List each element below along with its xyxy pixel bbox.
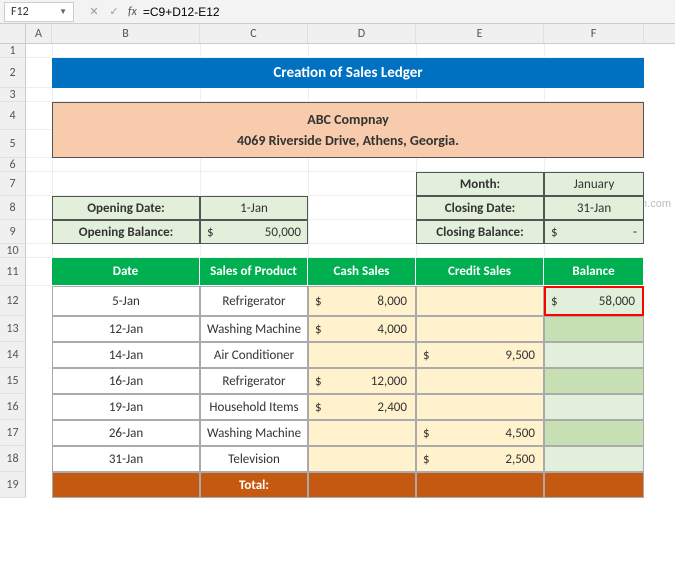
row-header-5[interactable]: 5	[0, 130, 26, 158]
closing-balance-label: Closing Balance:	[416, 220, 544, 244]
month-value[interactable]: January	[544, 172, 644, 196]
row-header-11[interactable]: 11	[0, 258, 26, 286]
table-row-date[interactable]: 26-Jan	[52, 420, 200, 446]
cancel-formula-button: ✕	[84, 2, 104, 22]
total-label: Total:	[200, 472, 308, 498]
row-header-3[interactable]: 3	[0, 88, 26, 102]
opening-date-value[interactable]: 1-Jan	[200, 196, 308, 220]
select-all-corner[interactable]	[0, 24, 26, 43]
table-row-product[interactable]: Air Conditioner	[200, 342, 308, 368]
table-row-cash[interactable]	[308, 446, 416, 472]
table-header-cash: Cash Sales	[308, 258, 416, 286]
opening-date-label: Opening Date:	[52, 196, 200, 220]
table-row-product[interactable]: Refrigerator	[200, 286, 308, 316]
accept-formula-button: ✓	[104, 2, 124, 22]
table-row-credit[interactable]: $4,500	[416, 420, 544, 446]
table-row-product[interactable]: Washing Machine	[200, 420, 308, 446]
table-row-date[interactable]: 19-Jan	[52, 394, 200, 420]
table-row-date[interactable]: 12-Jan	[52, 316, 200, 342]
cell-ref: F12	[11, 5, 29, 19]
table-header-balance: Balance	[544, 258, 644, 286]
table-row-date[interactable]: 16-Jan	[52, 368, 200, 394]
table-row-date[interactable]: 31-Jan	[52, 446, 200, 472]
table-row-date[interactable]: 14-Jan	[52, 342, 200, 368]
table-row-cash[interactable]	[308, 420, 416, 446]
col-header-F[interactable]: F	[544, 24, 644, 43]
table-row-balance[interactable]	[544, 342, 644, 368]
table-row-credit[interactable]: $2,500	[416, 446, 544, 472]
table-row-credit[interactable]	[416, 394, 544, 420]
closing-date-value[interactable]: 31-Jan	[544, 196, 644, 220]
total-blank	[52, 472, 200, 498]
table-header-date: Date	[52, 258, 200, 286]
row-header-2[interactable]: 2	[0, 58, 26, 88]
total-credit[interactable]	[416, 472, 544, 498]
page-title: Creation of Sales Ledger	[52, 58, 644, 88]
closing-balance-value[interactable]: $ -	[544, 220, 644, 244]
table-row-cash[interactable]	[308, 342, 416, 368]
row-header-13[interactable]: 13	[0, 316, 26, 342]
row-header-8[interactable]: 8	[0, 196, 26, 220]
table-row-cash[interactable]: $2,400	[308, 394, 416, 420]
col-header-C[interactable]: C	[200, 24, 308, 43]
row-header-10[interactable]: 10	[0, 244, 26, 258]
table-row-credit[interactable]	[416, 316, 544, 342]
company-name: ABC Compnay	[307, 111, 389, 128]
table-row-balance[interactable]	[544, 446, 644, 472]
formula-bar[interactable]	[141, 3, 675, 21]
table-row-product[interactable]: Television	[200, 446, 308, 472]
table-row-cash[interactable]: $4,000	[308, 316, 416, 342]
row-header-12[interactable]: 12	[0, 286, 26, 316]
name-box[interactable]: F12 ▼	[4, 2, 74, 22]
table-row-product[interactable]: Household Items	[200, 394, 308, 420]
table-row-product[interactable]: Washing Machine	[200, 316, 308, 342]
row-header-15[interactable]: 15	[0, 368, 26, 394]
table-row-product[interactable]: Refrigerator	[200, 368, 308, 394]
col-header-E[interactable]: E	[416, 24, 544, 43]
table-row-balance[interactable]	[544, 368, 644, 394]
row-header-9[interactable]: 9	[0, 220, 26, 244]
col-header-B[interactable]: B	[52, 24, 200, 43]
table-row-balance[interactable]	[544, 420, 644, 446]
table-row-date[interactable]: 5-Jan	[52, 286, 200, 316]
table-row-balance[interactable]	[544, 316, 644, 342]
opening-balance-value[interactable]: $ 50,000	[200, 220, 308, 244]
row-header-19[interactable]: 19	[0, 472, 26, 498]
row-header-7[interactable]: 7	[0, 172, 26, 196]
table-row-cash[interactable]: $12,000	[308, 368, 416, 394]
table-row-cash[interactable]: $8,000	[308, 286, 416, 316]
fx-icon[interactable]: fx	[128, 5, 137, 19]
row-header-18[interactable]: 18	[0, 446, 26, 472]
table-header-credit: Credit Sales	[416, 258, 544, 286]
col-header-A[interactable]: A	[26, 24, 52, 43]
company-box: ABC Compnay 4069 Riverside Drive, Athens…	[52, 102, 644, 158]
dropdown-icon: ▼	[59, 7, 67, 17]
table-row-credit[interactable]	[416, 368, 544, 394]
table-row-credit[interactable]: $9,500	[416, 342, 544, 368]
row-header-6[interactable]: 6	[0, 158, 26, 172]
row-header-4[interactable]: 4	[0, 102, 26, 130]
table-row-balance[interactable]: $58,000	[544, 286, 644, 316]
table-row-credit[interactable]	[416, 286, 544, 316]
row-header-1[interactable]: 1	[0, 44, 26, 58]
row-header-16[interactable]: 16	[0, 394, 26, 420]
month-label: Month:	[416, 172, 544, 196]
total-balance[interactable]	[544, 472, 644, 498]
row-header-14[interactable]: 14	[0, 342, 26, 368]
closing-date-label: Closing Date:	[416, 196, 544, 220]
total-cash[interactable]	[308, 472, 416, 498]
row-header-17[interactable]: 17	[0, 420, 26, 446]
table-header-product: Sales of Product	[200, 258, 308, 286]
col-header-D[interactable]: D	[308, 24, 416, 43]
company-address: 4069 Riverside Drive, Athens, Georgia.	[237, 132, 459, 149]
opening-balance-label: Opening Balance:	[52, 220, 200, 244]
table-row-balance[interactable]	[544, 394, 644, 420]
